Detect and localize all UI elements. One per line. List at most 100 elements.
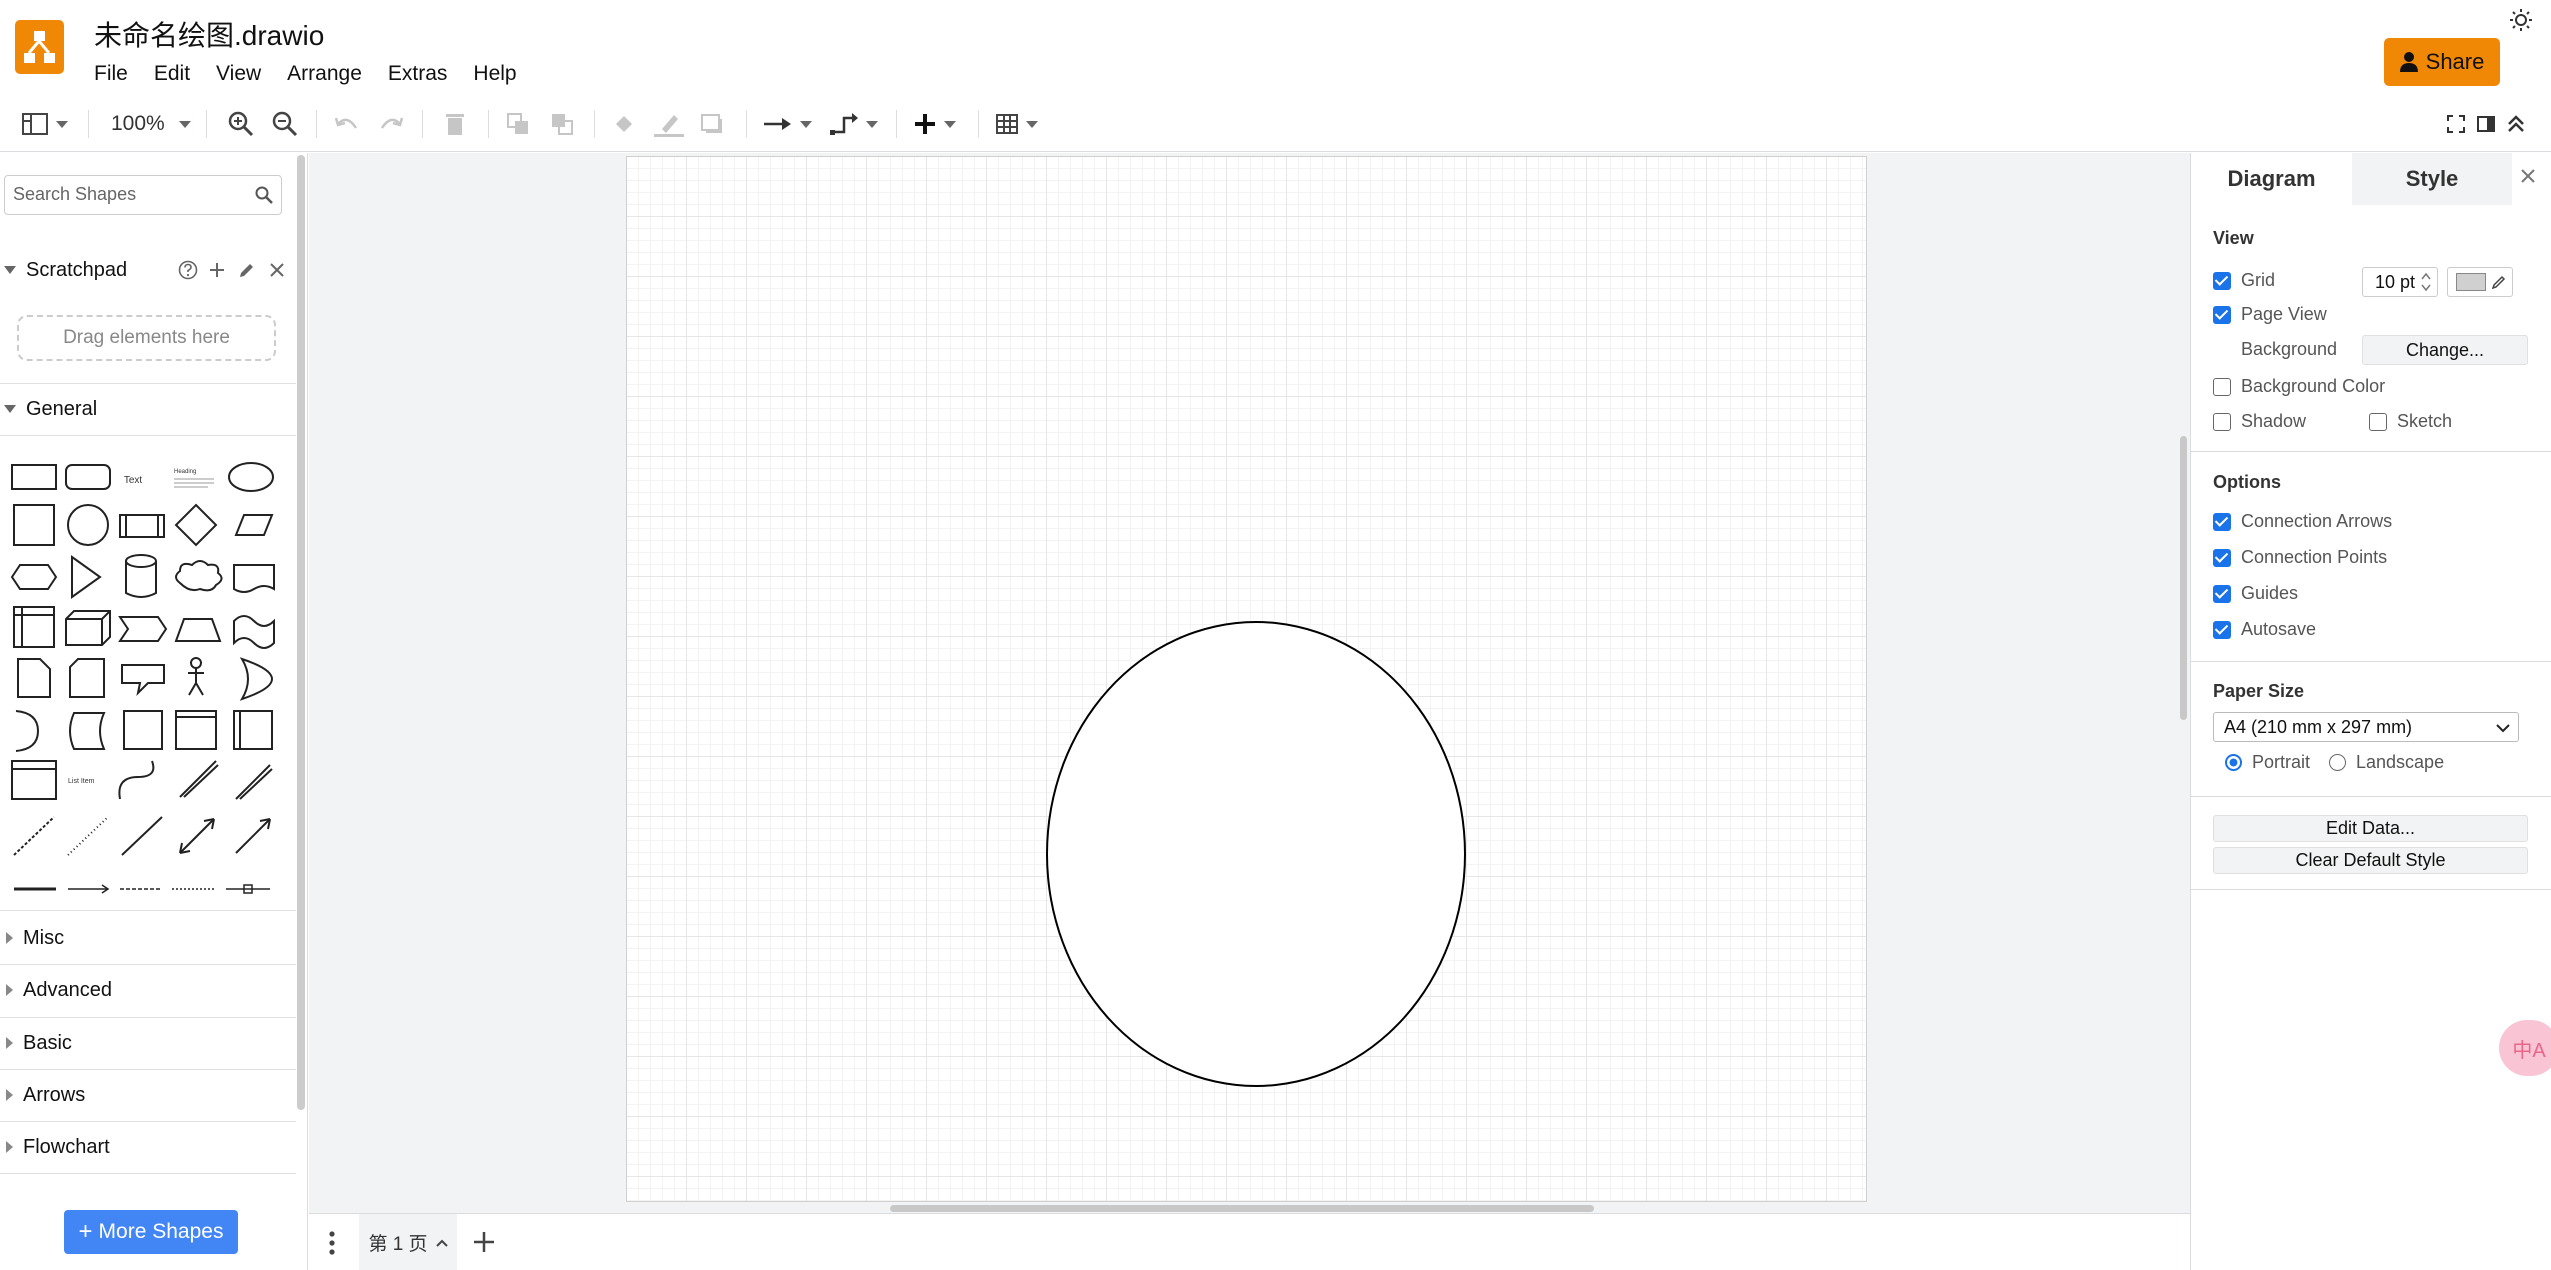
format-panel-button[interactable]: [2476, 108, 2496, 140]
portrait-row[interactable]: Portrait: [2225, 752, 2310, 773]
shape-hexagon[interactable]: [10, 564, 58, 590]
shape-link-arrow[interactable]: [68, 884, 110, 894]
shape-cylinder[interactable]: [125, 554, 157, 598]
more-vertical-icon[interactable]: [327, 1230, 337, 1256]
shape-double-arrow-line[interactable]: [179, 818, 215, 854]
connection-points-checkbox[interactable]: [2213, 548, 2231, 567]
guides-row[interactable]: Guides: [2213, 583, 2298, 604]
format-panel-toggle[interactable]: [22, 108, 68, 140]
shape-list-item[interactable]: List Item: [68, 778, 95, 785]
shape-diamond[interactable]: [174, 503, 218, 547]
shape-step[interactable]: [118, 616, 168, 642]
translate-button[interactable]: 中A: [2499, 1020, 2551, 1076]
shape-ellipse[interactable]: [228, 462, 274, 492]
section-advanced[interactable]: Advanced: [0, 965, 296, 1015]
grid-color-picker[interactable]: [2447, 267, 2513, 297]
autosave-checkbox[interactable]: [2213, 620, 2231, 639]
shape-cloud[interactable]: [175, 560, 223, 592]
shadow-button[interactable]: [700, 108, 724, 140]
edit-icon[interactable]: [238, 261, 256, 279]
shape-square[interactable]: [13, 504, 55, 546]
clear-default-style-button[interactable]: Clear Default Style: [2213, 847, 2528, 874]
add-icon[interactable]: [209, 262, 225, 278]
connection-arrows-row[interactable]: Connection Arrows: [2213, 511, 2392, 532]
to-back-button[interactable]: [550, 108, 574, 140]
tab-style[interactable]: Style: [2352, 153, 2512, 205]
search-input[interactable]: [13, 176, 243, 212]
shape-card[interactable]: [69, 658, 105, 698]
scratchpad-drop-zone[interactable]: Drag elements here: [17, 315, 276, 361]
shape-arrow[interactable]: [235, 764, 273, 800]
shape-document[interactable]: [233, 564, 275, 593]
shape-curve[interactable]: [118, 760, 155, 800]
portrait-radio[interactable]: [2225, 754, 2242, 771]
shape-link-arrow-4[interactable]: [226, 884, 270, 894]
section-flowchart[interactable]: Flowchart: [0, 1122, 296, 1172]
search-icon[interactable]: [255, 186, 273, 204]
zoom-dropdown[interactable]: 100%: [111, 108, 191, 140]
page-view-checkbox-row[interactable]: Page View: [2213, 304, 2327, 325]
delete-button[interactable]: [444, 108, 466, 140]
shape-callout[interactable]: [121, 664, 165, 697]
fill-color-button[interactable]: [612, 108, 636, 140]
page-view-checkbox[interactable]: [2213, 305, 2231, 324]
shadow-checkbox[interactable]: [2213, 412, 2231, 431]
change-background-button[interactable]: Change...: [2362, 335, 2528, 365]
fullscreen-button[interactable]: [2446, 108, 2466, 140]
shape-process[interactable]: [119, 514, 165, 538]
shape-textbox[interactable]: Heading: [174, 469, 214, 488]
waypoints-dropdown[interactable]: [830, 108, 878, 140]
shape-note[interactable]: [17, 658, 51, 698]
shape-rectangle[interactable]: [11, 464, 57, 490]
sketch-row[interactable]: Sketch: [2369, 411, 2452, 432]
shape-circle[interactable]: [67, 504, 109, 546]
menu-file[interactable]: File: [94, 62, 142, 86]
page-tab[interactable]: 第 1 页: [359, 1214, 457, 1270]
close-icon[interactable]: [270, 263, 284, 277]
more-shapes-button[interactable]: + More Shapes: [64, 1210, 238, 1254]
menu-view[interactable]: View: [216, 62, 275, 86]
diagram-ellipse-shape[interactable]: [1046, 621, 1466, 1087]
shape-actor[interactable]: [188, 657, 204, 696]
shape-swimlane[interactable]: [233, 710, 273, 750]
guides-checkbox[interactable]: [2213, 584, 2231, 603]
shape-data-storage[interactable]: [69, 712, 106, 750]
document-title[interactable]: 未命名绘图.drawio: [94, 14, 324, 54]
connection-arrows-checkbox[interactable]: [2213, 512, 2231, 531]
shape-arrow-line[interactable]: [235, 818, 271, 854]
shape-square-2[interactable]: [123, 710, 163, 750]
sidebar-scrollbar[interactable]: [297, 155, 305, 1110]
grid-size-input[interactable]: 10 pt: [2362, 267, 2438, 297]
background-color-checkbox[interactable]: [2213, 377, 2231, 396]
shadow-row[interactable]: Shadow: [2213, 411, 2306, 432]
section-arrows[interactable]: Arrows: [0, 1070, 296, 1120]
theme-sun-icon[interactable]: [2509, 8, 2533, 32]
zoom-in-button[interactable]: [228, 108, 254, 140]
menu-help[interactable]: Help: [473, 62, 530, 86]
vertical-scrollbar[interactable]: [2180, 436, 2187, 720]
sketch-checkbox[interactable]: [2369, 412, 2387, 431]
shape-container[interactable]: [175, 710, 217, 750]
shape-or[interactable]: [239, 657, 274, 701]
connection-style-dropdown[interactable]: [764, 108, 812, 140]
shape-dotted-line[interactable]: [67, 816, 109, 856]
landscape-radio[interactable]: [2329, 754, 2346, 771]
line-color-button[interactable]: [654, 108, 684, 140]
shape-cube[interactable]: [65, 610, 111, 646]
grid-checkbox[interactable]: [2213, 271, 2231, 290]
shape-line[interactable]: [121, 816, 163, 856]
tab-diagram[interactable]: Diagram: [2191, 153, 2352, 205]
add-page-icon[interactable]: [473, 1231, 495, 1253]
shape-list[interactable]: [11, 760, 57, 800]
paper-size-select[interactable]: A4 (210 mm x 297 mm): [2213, 712, 2519, 742]
shape-rounded-rectangle[interactable]: [65, 464, 111, 490]
shape-parallelogram[interactable]: [234, 514, 274, 536]
section-basic[interactable]: Basic: [0, 1018, 296, 1068]
grid-checkbox-row[interactable]: Grid: [2213, 270, 2275, 291]
help-icon[interactable]: [178, 260, 198, 280]
zoom-out-button[interactable]: [272, 108, 298, 140]
collapse-toolbar-button[interactable]: [2506, 108, 2526, 140]
to-front-button[interactable]: [506, 108, 530, 140]
undo-button[interactable]: [334, 108, 360, 140]
insert-dropdown[interactable]: [914, 108, 956, 140]
